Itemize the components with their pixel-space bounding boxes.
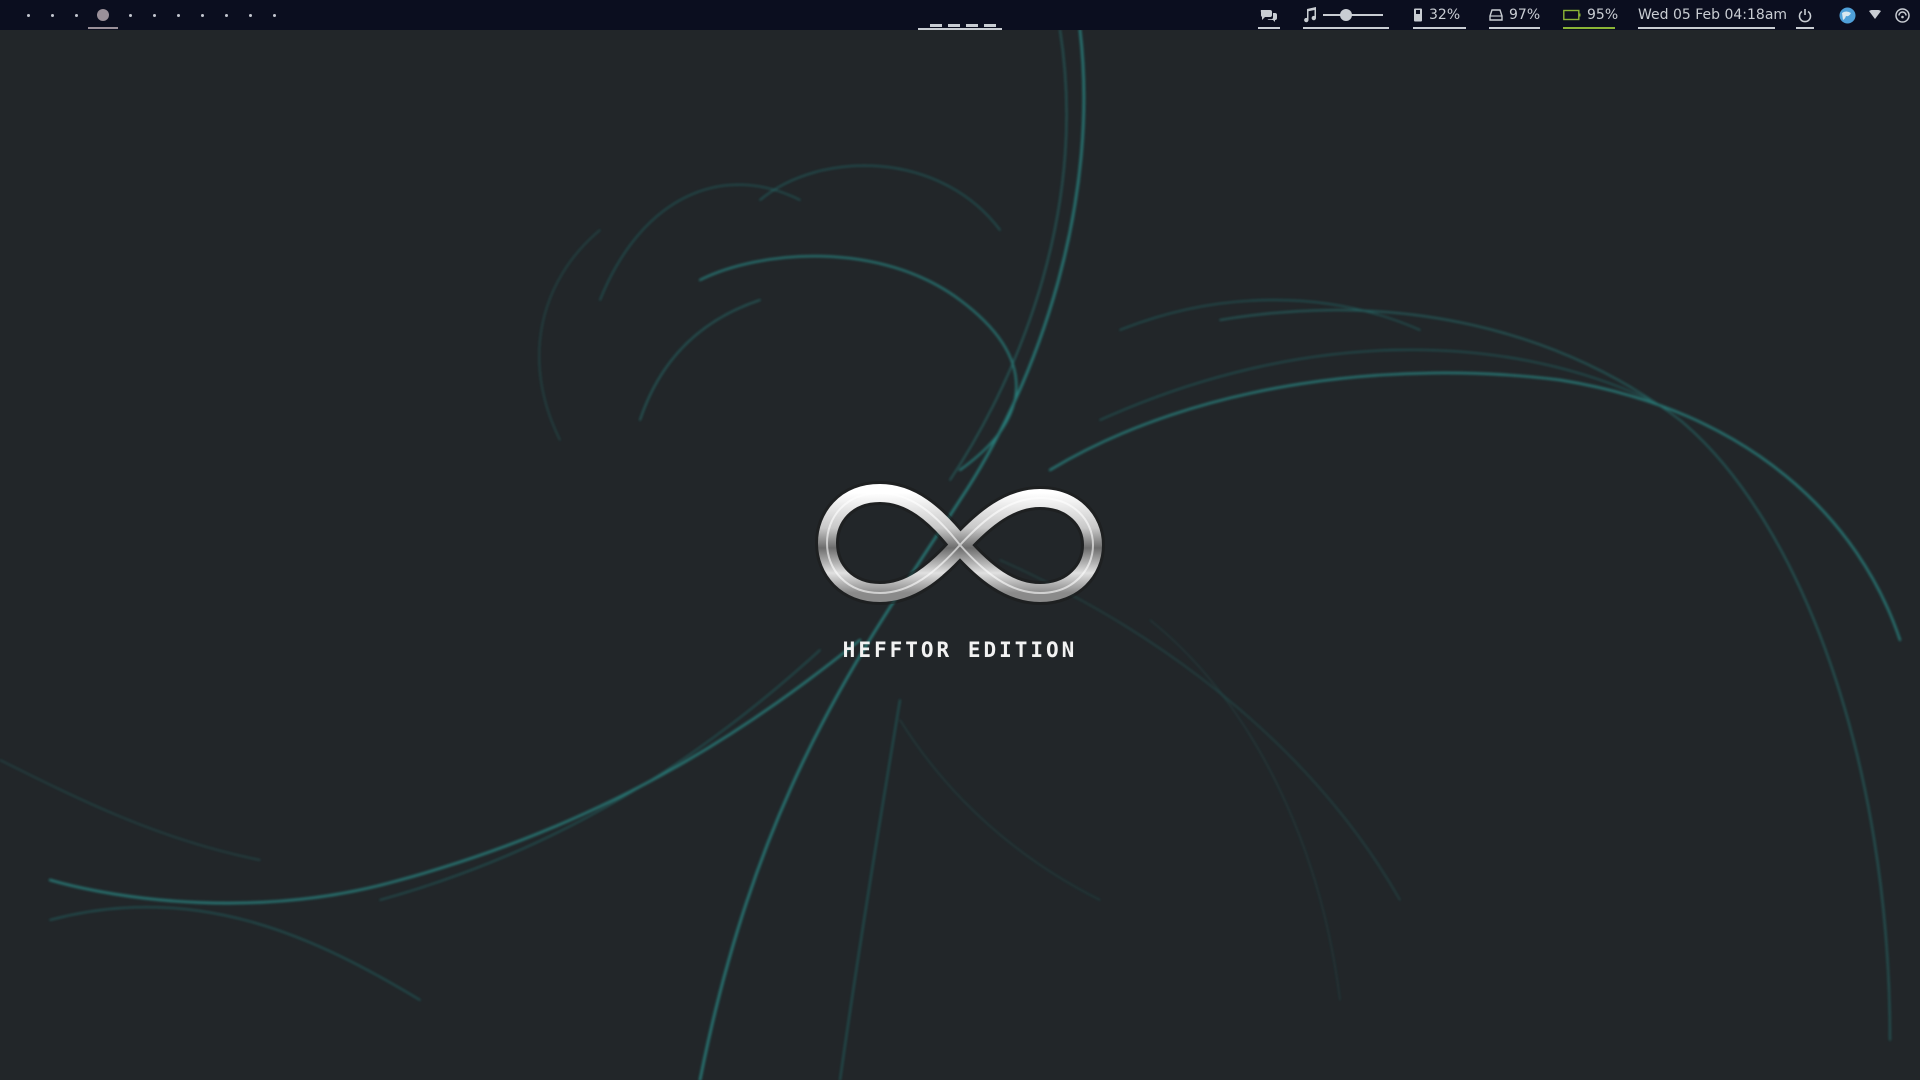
globe-app-icon bbox=[1839, 7, 1856, 24]
workspace-9[interactable] bbox=[214, 0, 238, 30]
workspace-10[interactable] bbox=[238, 0, 262, 30]
network-tray-button[interactable] bbox=[1893, 0, 1911, 30]
memory-icon bbox=[1413, 8, 1423, 22]
power-button[interactable] bbox=[1796, 0, 1814, 30]
workspace-5[interactable] bbox=[118, 0, 142, 30]
workspace-3[interactable] bbox=[64, 0, 88, 30]
disk-icon bbox=[1489, 9, 1503, 21]
workspace-2[interactable] bbox=[40, 0, 64, 30]
datetime-label: Wed 05 Feb 04:18am bbox=[1638, 7, 1788, 23]
workspace-1[interactable] bbox=[16, 0, 40, 30]
volume-slider[interactable] bbox=[1323, 8, 1383, 22]
window-indicator[interactable] bbox=[918, 22, 1002, 30]
memory-percent: 32% bbox=[1429, 7, 1461, 23]
volume-control[interactable] bbox=[1303, 0, 1389, 30]
wifi-tray-button[interactable] bbox=[1868, 0, 1882, 30]
top-panel: 32% 97% 95% Wed 05 Feb 04:18am bbox=[0, 0, 1920, 30]
browser-tray-button[interactable] bbox=[1838, 0, 1856, 30]
power-icon bbox=[1798, 8, 1812, 23]
chat-bubbles-icon bbox=[1260, 8, 1278, 22]
workspace-switcher bbox=[16, 0, 286, 30]
disk-percent: 97% bbox=[1509, 7, 1541, 23]
battery-icon bbox=[1563, 9, 1581, 21]
wifi-icon bbox=[1869, 10, 1881, 20]
network-status-icon bbox=[1894, 7, 1910, 23]
clock[interactable]: Wed 05 Feb 04:18am bbox=[1638, 0, 1787, 30]
volume-slider-knob[interactable] bbox=[1339, 9, 1352, 21]
workspace-8[interactable] bbox=[190, 0, 214, 30]
brand-text: HEFFTOR EDITION bbox=[842, 638, 1078, 662]
disk-indicator[interactable]: 97% bbox=[1489, 0, 1540, 30]
battery-percent: 95% bbox=[1587, 7, 1619, 23]
workspace-4[interactable] bbox=[88, 0, 118, 30]
memory-indicator[interactable]: 32% bbox=[1413, 0, 1466, 30]
workspace-11[interactable] bbox=[262, 0, 286, 30]
workspace-6[interactable] bbox=[142, 0, 166, 30]
infinity-logo-icon bbox=[815, 480, 1105, 606]
battery-indicator[interactable]: 95% bbox=[1563, 0, 1619, 30]
workspace-7[interactable] bbox=[166, 0, 190, 30]
chat-button[interactable] bbox=[1258, 0, 1280, 30]
music-note-icon bbox=[1303, 7, 1317, 23]
